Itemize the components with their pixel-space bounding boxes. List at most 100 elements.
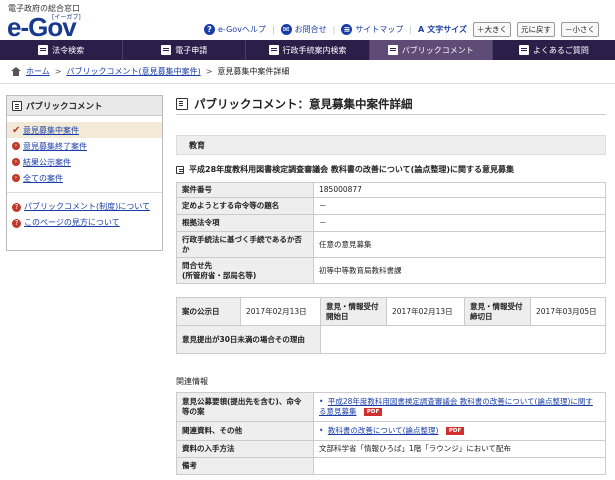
category-bar: 教育 bbox=[176, 135, 606, 155]
nav-label: パブリックコメント bbox=[401, 45, 474, 55]
text-reset-button[interactable]: 元に戻す bbox=[517, 22, 556, 37]
legal-basis-value: － bbox=[313, 214, 606, 232]
nav-public-comment[interactable]: パブリックコメント bbox=[369, 40, 493, 60]
outline-label: 意見公募要領(提出先を含む)、命令等の案 bbox=[176, 392, 314, 422]
nav-label: 法令検索 bbox=[52, 45, 85, 55]
law-icon bbox=[38, 45, 49, 55]
publish-date-label: 案の公示日 bbox=[176, 297, 241, 326]
sitemap-icon: ≡ bbox=[341, 24, 353, 35]
chevron-right-icon: › bbox=[12, 142, 20, 150]
table-row: 意見公募要領(提出先を含む)、命令等の案 • 平成28年度教科用図書検定調査審議… bbox=[176, 392, 606, 422]
breadcrumb-home[interactable]: ホーム bbox=[26, 66, 50, 77]
category-label: 教育 bbox=[189, 140, 205, 150]
remarks-value bbox=[313, 457, 606, 475]
sidebar-help-system[interactable]: ? パブリックコメント(制度)について bbox=[7, 199, 162, 215]
dates-table: 案の公示日 2017年02月13日 意見・情報受付開始日 2017年02月13日… bbox=[176, 297, 606, 354]
sidebar: パブリックコメント ✔ 意見募集中案件 › 意見募集終了案件 › 結果公示案件 … bbox=[6, 95, 163, 251]
comment-icon bbox=[387, 45, 398, 55]
related-info-heading: 関連情報 bbox=[176, 377, 208, 386]
divider: | bbox=[332, 25, 336, 34]
outline-link[interactable]: 平成28年度教科用図書検定調査審議会 教科書の改善について(論点整理)に関する意… bbox=[319, 397, 593, 416]
nav-faq[interactable]: よくあるご質問 bbox=[493, 40, 615, 60]
table-row: 案の公示日 2017年02月13日 意見・情報受付開始日 2017年02月13日… bbox=[176, 297, 606, 326]
table-row: 関連資料、その他 • 教科書の改善について(論点整理) PDF bbox=[176, 421, 606, 441]
related-docs-link[interactable]: 教科書の改善について(論点整理) bbox=[328, 426, 439, 435]
breadcrumb-separator: > bbox=[205, 67, 213, 76]
legal-basis-label: 根拠法令項 bbox=[176, 214, 314, 232]
obtain-method-label: 資料の入手方法 bbox=[176, 440, 314, 458]
table-row: 行政手続法に基づく手続であるか否か 任意の意見募集 bbox=[176, 231, 606, 258]
table-row: 問合せ先 (所管府省・部局名等) 初等中等教育局教科書課 bbox=[176, 257, 606, 284]
case-details-table: 案件番号 185000877 定めようとする命令等の題名 － 根拠法令項 － 行… bbox=[176, 182, 606, 284]
procedure-type-value: 任意の意見募集 bbox=[313, 231, 606, 258]
table-row: 定めようとする命令等の題名 － bbox=[176, 197, 606, 215]
bullet-icon: • bbox=[319, 426, 324, 435]
chevron-right-icon: › bbox=[12, 174, 20, 182]
case-title: 平成28年度教科用図書検定調査審議会 教科書の改善について(論点整理)に関する意… bbox=[176, 164, 606, 175]
sidebar-item-label: 意見募集終了案件 bbox=[23, 141, 87, 151]
breadcrumb-public-comment[interactable]: パブリックコメント(意見募集中案件) bbox=[66, 66, 200, 77]
egov-logo[interactable]: e-Gov [イーガブ] bbox=[7, 12, 81, 42]
breadcrumb-current: 意見募集中案件詳細 bbox=[217, 67, 290, 76]
contact-label: 問合せ先 (所管府省・部局名等) bbox=[176, 257, 314, 284]
text-smaller-button[interactable]: －小さく bbox=[561, 22, 600, 37]
nav-law-search[interactable]: 法令検索 bbox=[0, 40, 124, 60]
divider: | bbox=[409, 25, 413, 34]
sidebar-item-open-cases[interactable]: ✔ 意見募集中案件 bbox=[7, 122, 162, 138]
start-date-label: 意見・情報受付開始日 bbox=[320, 297, 387, 326]
related-info-table: 意見公募要領(提出先を含む)、命令等の案 • 平成28年度教科用図書検定調査審議… bbox=[176, 392, 606, 475]
faq-icon bbox=[518, 45, 529, 55]
sitemap-link-label: サイトマップ bbox=[355, 25, 404, 34]
table-row: 意見提出が30日未満の場合その理由 bbox=[176, 325, 606, 354]
case-title-text: 平成28年度教科用図書検定調査審議会 教科書の改善について(論点整理)に関する意… bbox=[189, 165, 514, 174]
related-docs-cell: • 教科書の改善について(論点整理) PDF bbox=[313, 421, 606, 441]
mail-icon: ✉ bbox=[280, 24, 292, 35]
document-icon bbox=[176, 165, 184, 174]
pdf-icon: PDF bbox=[363, 408, 383, 416]
text-size-label: 文字サイズ bbox=[427, 25, 468, 34]
breadcrumb-separator: > bbox=[54, 67, 62, 76]
bullet-icon: • bbox=[319, 397, 324, 406]
help-icon: ? bbox=[204, 24, 215, 35]
sidebar-header: パブリックコメント bbox=[7, 96, 162, 116]
short-period-reason-label: 意見提出が30日未満の場合その理由 bbox=[176, 325, 321, 354]
sidebar-item-results[interactable]: › 結果公示案件 bbox=[7, 154, 162, 170]
nav-procedure-search[interactable]: 行政手続案内検索 bbox=[246, 40, 370, 60]
start-date-value: 2017年02月13日 bbox=[386, 297, 465, 326]
text-larger-button[interactable]: ＋大きく bbox=[473, 22, 512, 37]
pdf-icon: PDF bbox=[445, 427, 465, 435]
breadcrumb: ホーム > パブリックコメント(意見募集中案件) > 意見募集中案件詳細 bbox=[0, 60, 615, 84]
procedure-icon bbox=[268, 45, 279, 55]
table-row: 資料の入手方法 文部科学省「情報ひろば」1階「ラウンジ」において配布 bbox=[176, 440, 606, 458]
sidebar-item-closed-cases[interactable]: › 意見募集終了案件 bbox=[7, 138, 162, 154]
checkmark-icon: ✔ bbox=[12, 124, 21, 136]
question-icon: ? bbox=[12, 219, 21, 228]
help-link[interactable]: ? e-Govヘルプ bbox=[204, 24, 266, 35]
divider: | bbox=[271, 25, 275, 34]
sidebar-title: パブリックコメント bbox=[26, 101, 103, 112]
table-row: 案件番号 185000877 bbox=[176, 182, 606, 198]
sitemap-link[interactable]: ≡ サイトマップ bbox=[341, 24, 403, 35]
remarks-label: 備考 bbox=[176, 457, 314, 475]
contact-link[interactable]: ✉ お問合せ bbox=[280, 24, 327, 35]
sidebar-item-label: 意見募集中案件 bbox=[23, 125, 79, 135]
case-number-value: 185000877 bbox=[313, 182, 606, 198]
text-size-icon: A bbox=[418, 25, 425, 34]
nav-e-application[interactable]: 電子申請 bbox=[123, 40, 247, 60]
sidebar-help-page[interactable]: ? このページの見方について bbox=[7, 215, 162, 231]
short-period-reason-value bbox=[320, 325, 606, 354]
order-title-label: 定めようとする命令等の題名 bbox=[176, 197, 314, 215]
procedure-type-label: 行政手続法に基づく手続であるか否か bbox=[176, 231, 314, 258]
text-size-control: A 文字サイズ bbox=[418, 24, 467, 35]
order-title-value: － bbox=[313, 197, 606, 215]
nav-label: よくあるご質問 bbox=[532, 45, 589, 55]
sidebar-item-all-cases[interactable]: › 全ての案件 bbox=[7, 170, 162, 186]
chevron-right-icon: › bbox=[12, 158, 20, 166]
page-title: パブリックコメント：意見募集中案件詳細 bbox=[176, 93, 606, 115]
document-icon bbox=[12, 100, 22, 111]
sidebar-help-label: このページの見方について bbox=[24, 218, 120, 227]
nav-label: 電子申請 bbox=[175, 45, 208, 55]
table-row: 根拠法令項 － bbox=[176, 214, 606, 232]
nav-label: 行政手続案内検索 bbox=[282, 45, 347, 55]
application-icon bbox=[161, 45, 172, 55]
